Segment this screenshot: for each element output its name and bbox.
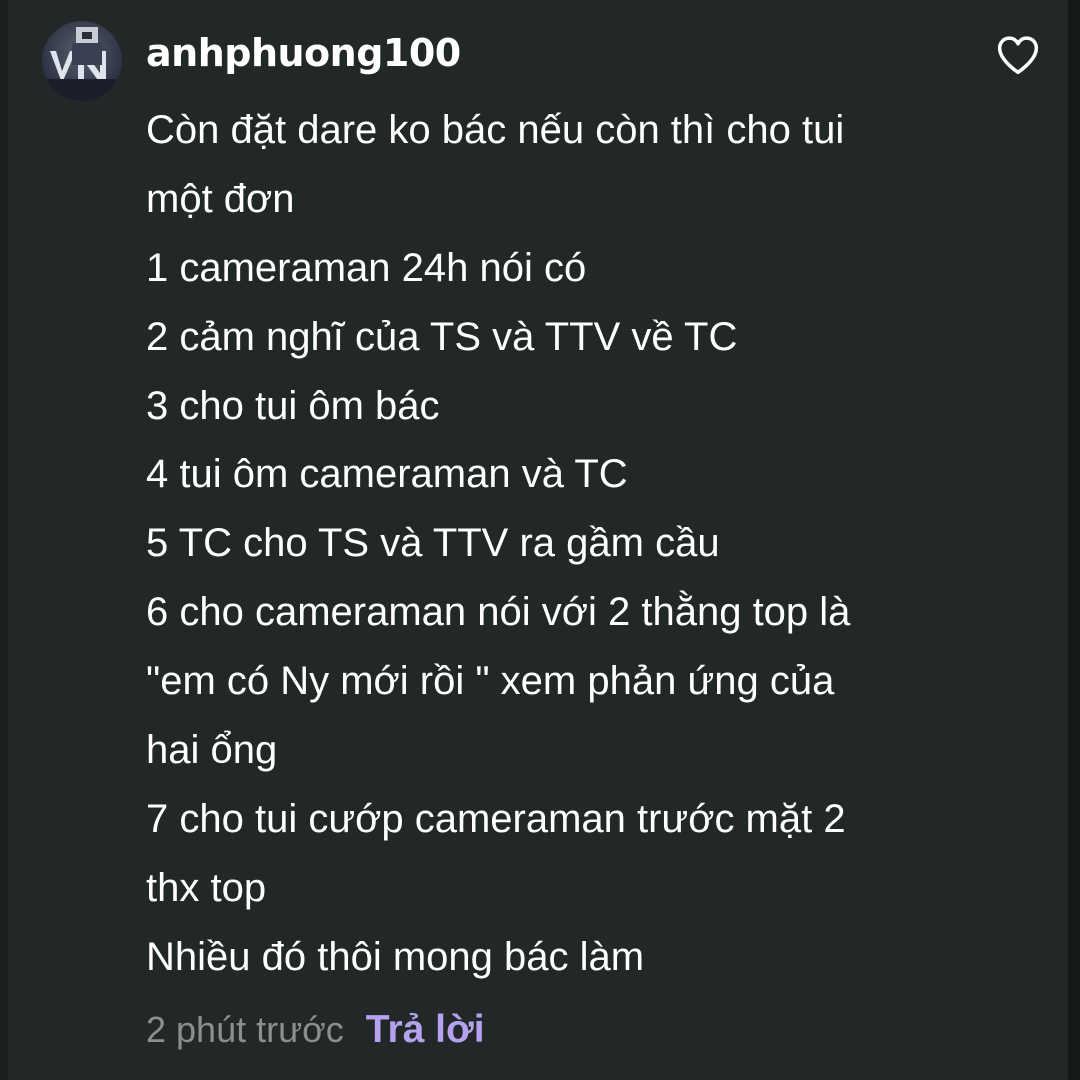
heart-outline-icon <box>997 36 1039 75</box>
comment-line: 4 tui ôm cameraman và TC <box>146 452 628 497</box>
comment-line: "em có Ny mới rồi " xem phản ứng của <box>146 659 835 704</box>
comment-line: Nhiều đó thôi mong bác làm <box>146 934 645 979</box>
timestamp: 2 phút trước <box>146 1009 344 1050</box>
comment-line: 6 cho cameraman nói với 2 thằng top là <box>146 590 851 635</box>
comment-line: hai ổng <box>146 728 278 773</box>
comment-card: anhphuong100 Còn đặt dare ko bác nếu còn… <box>0 0 1080 1080</box>
comment-text: Còn đặt dare ko bác nếu còn thì cho tui … <box>146 96 1046 992</box>
reply-button[interactable]: Trả lời <box>366 1008 485 1052</box>
comment-footer: 2 phút trước Trả lời <box>146 1000 485 1060</box>
comment-line: 1 cameraman 24h nói có <box>146 245 587 290</box>
comment-line: 2 cảm nghĩ của TS và TTV về TC <box>146 314 738 359</box>
comment-line: 3 cho tui ôm bác <box>146 383 440 428</box>
comment-line: 5 TC cho TS và TTV ra gầm cầu <box>146 521 720 566</box>
comment-line: Còn đặt dare ko bác nếu còn thì cho tui <box>146 108 845 152</box>
comment-line: một đơn <box>146 176 295 221</box>
comment-line: thx top <box>146 865 267 910</box>
screen: anhphuong100 Còn đặt dare ko bác nếu còn… <box>0 0 1080 1080</box>
like-button[interactable] <box>993 30 1043 80</box>
avatar-vn-icon <box>42 21 122 101</box>
comment-line: 7 cho tui cướp cameraman trước mặt 2 <box>146 796 846 841</box>
username[interactable]: anhphuong100 <box>146 24 461 82</box>
avatar[interactable] <box>42 21 122 101</box>
